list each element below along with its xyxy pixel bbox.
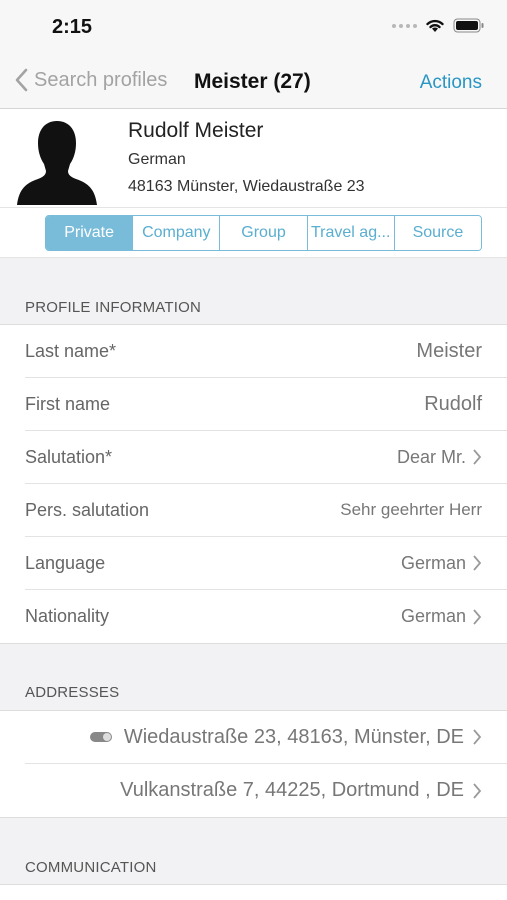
chevron-right-icon (473, 729, 482, 745)
addresses-list: Wiedaustraße 23, 48163, Münster, DE Vulk… (0, 710, 507, 818)
chevron-right-icon (473, 555, 482, 571)
row-label: First name (25, 393, 111, 414)
profile-nationality: German (128, 151, 186, 168)
person-silhouette-icon (17, 121, 97, 205)
chevron-left-icon (15, 68, 28, 92)
row-last-name[interactable]: Last name* Meister (25, 325, 507, 378)
row-label: Nationality (25, 606, 110, 626)
profile-address: 48163 Münster, Wiedaustraße 23 (128, 178, 365, 195)
nationality-value: German (400, 606, 466, 626)
last-name-value: Meister (416, 339, 482, 362)
row-value: Dear Mr. (397, 447, 482, 468)
tab-private[interactable]: Private (46, 216, 134, 250)
row-value: Sehr geehrter Herr (340, 500, 482, 520)
row-nationality[interactable]: Nationality German (25, 590, 507, 643)
row-salutation[interactable]: Salutation* Dear Mr. (25, 431, 507, 484)
actions-button[interactable]: Actions (420, 72, 482, 94)
address-value: Vulkanstraße 7, 44225, Dortmund , DE (120, 779, 482, 802)
back-button[interactable]: Search profiles (14, 68, 167, 92)
chevron-right-icon (473, 608, 482, 625)
pers-salutation-value: Sehr geehrter Herr (340, 500, 482, 519)
row-label: Pers. salutation (25, 499, 150, 520)
tab-group[interactable]: Group (220, 216, 308, 250)
row-value: Meister (416, 340, 482, 363)
row-label: Last name* (25, 340, 117, 361)
page-title: Meister (27) (194, 70, 311, 93)
status-bar: 2:15 (0, 0, 507, 56)
address-text: Vulkanstraße 7, 44225, Dortmund , DE (120, 779, 464, 801)
address-row[interactable]: Vulkanstraße 7, 44225, Dortmund , DE (25, 764, 507, 817)
first-name-value: Rudolf (424, 392, 482, 415)
profile-information-list: Last name* Meister First name Rudolf Sal… (0, 324, 507, 644)
row-value: German (401, 553, 482, 574)
salutation-value: Dear Mr. (396, 446, 466, 467)
status-icons (392, 18, 485, 33)
row-pers-salutation[interactable]: Pers. salutation Sehr geehrter Herr (25, 484, 507, 537)
status-time: 2:15 (52, 16, 93, 38)
row-value: German (401, 606, 482, 627)
row-label: Language (25, 552, 106, 573)
language-value: German (400, 552, 466, 573)
tab-company[interactable]: Company (133, 216, 221, 250)
cellular-signal-icon (392, 23, 417, 28)
address-value: Wiedaustraße 23, 48163, Münster, DE (89, 725, 482, 749)
communication-list (0, 884, 507, 900)
profile-header: Rudolf Meister German 48163 Münster, Wie… (0, 109, 507, 208)
row-value: Rudolf (424, 393, 482, 416)
section-header-profile-information: PROFILE INFORMATION (25, 299, 202, 316)
address-row-primary[interactable]: Wiedaustraße 23, 48163, Münster, DE (25, 711, 507, 764)
profile-name: Rudolf Meister (128, 119, 264, 142)
navigation-bar: Search profiles Meister (27) Actions (0, 56, 507, 109)
section-header-communication: COMMUNICATION (25, 859, 157, 876)
wifi-icon (426, 19, 444, 32)
tab-source[interactable]: Source (394, 216, 481, 250)
section-header-addresses: ADDRESSES (25, 684, 120, 701)
profile-type-segmented-control: Private Company Group Travel ag... Sourc… (45, 215, 482, 251)
toggle-icon (89, 732, 112, 742)
tab-travel-agent[interactable]: Travel ag... (307, 216, 395, 250)
row-language[interactable]: Language German (25, 537, 507, 590)
row-first-name[interactable]: First name Rudolf (25, 378, 507, 431)
chevron-right-icon (473, 449, 482, 465)
chevron-right-icon (473, 782, 482, 799)
back-button-label: Search profiles (34, 68, 168, 91)
battery-icon (453, 18, 484, 33)
address-text: Wiedaustraße 23, 48163, Münster, DE (123, 725, 464, 748)
profile-type-bar: Private Company Group Travel ag... Sourc… (0, 208, 507, 258)
row-label: Salutation* (25, 446, 113, 467)
